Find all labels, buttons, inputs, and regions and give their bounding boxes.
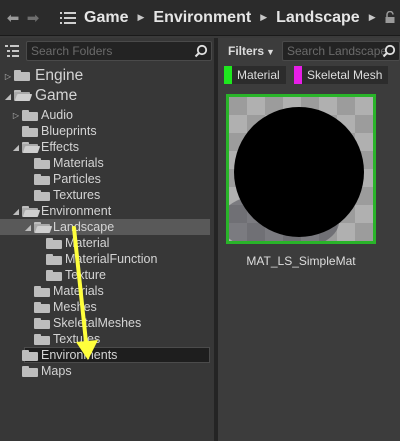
back-arrow-icon: ⬅ <box>6 9 20 27</box>
folder-tree-item[interactable]: Materials <box>24 283 104 299</box>
asset-search-placeholder: Search Landscape <box>287 44 388 58</box>
asset-tile-mat-ls-simplemat[interactable] <box>226 94 376 244</box>
folder-tree-item[interactable]: ◢ Landscape <box>24 219 114 235</box>
folder-tree-header: Search Folders <box>0 38 214 64</box>
folder-tree-item[interactable]: ◢ Effects <box>12 139 79 155</box>
folder-icon <box>34 301 50 313</box>
folder-label: MaterialFunction <box>65 252 158 266</box>
folder-icon <box>34 157 50 169</box>
expanded-arrow-icon[interactable]: ◢ <box>24 223 32 232</box>
breadcrumb-environment[interactable]: Environment <box>153 9 251 27</box>
folder-open-icon <box>22 141 41 153</box>
folder-label: Effects <box>41 140 79 154</box>
folder-tree-item[interactable]: Blueprints <box>12 123 97 139</box>
folder-label: Materials <box>53 284 104 298</box>
tree-view-icon[interactable] <box>4 43 20 59</box>
folder-label: Landscape <box>53 220 115 234</box>
filter-chip-label: Material <box>237 68 280 82</box>
folder-tree-panel: Search Folders ▷ Engine ◢ Game ▷ Audio Bluepri… <box>0 38 214 441</box>
folder-open-icon <box>14 89 33 103</box>
collapsed-arrow-icon[interactable]: ▷ <box>4 72 12 81</box>
folder-label: SkeletalMeshes <box>53 316 142 330</box>
forward-arrow-icon: ➡ <box>26 9 40 27</box>
folder-icon <box>34 173 50 185</box>
breadcrumb-separator-icon[interactable]: ▶ <box>137 12 144 23</box>
folder-label: Environment <box>41 204 112 218</box>
lock-icon[interactable] <box>384 11 396 23</box>
filter-color-swatch <box>224 66 232 84</box>
folder-icon <box>34 285 50 297</box>
folder-tree-item[interactable]: Texture <box>36 267 106 283</box>
folder-label: Blueprints <box>41 124 97 138</box>
folder-icon <box>46 269 62 281</box>
folder-label: Texture <box>65 268 106 282</box>
forward-button[interactable]: ➡ <box>24 8 42 28</box>
folder-search-placeholder: Search Folders <box>31 44 113 58</box>
folder-tree-item[interactable]: Maps <box>12 363 72 379</box>
path-picker-icon[interactable] <box>60 11 76 25</box>
folder-label: Maps <box>41 364 72 378</box>
breadcrumb-game[interactable]: Game <box>84 9 128 27</box>
collapsed-arrow-icon[interactable]: ▷ <box>12 111 20 120</box>
asset-search-input[interactable]: Search Landscape <box>282 41 400 61</box>
folder-icon <box>46 237 62 249</box>
folder-tree-item[interactable]: Particles <box>24 171 101 187</box>
chevron-down-icon: ▼ <box>266 47 275 57</box>
folder-tree-item[interactable]: Environments <box>12 347 117 363</box>
folder-label: Material <box>65 236 110 250</box>
folder-icon <box>14 69 32 83</box>
folder-icon <box>34 333 50 345</box>
navigation-bar: ⬅ ➡ Game ▶ Environment ▶ Landscape ▶ <box>0 0 400 36</box>
asset-view-panel: Filters ▼ Search Landscape Material Skele… <box>218 38 400 441</box>
folder-open-icon <box>22 205 41 217</box>
expanded-arrow-icon[interactable]: ◢ <box>4 92 12 101</box>
folder-label: Materials <box>53 156 104 170</box>
folder-tree-item[interactable]: Textures <box>24 331 100 347</box>
folder-open-icon <box>34 221 53 233</box>
filters-button[interactable]: Filters ▼ <box>228 44 275 58</box>
folder-icon <box>22 109 38 121</box>
breadcrumb-separator-icon[interactable]: ▶ <box>369 12 376 23</box>
folder-tree-item[interactable]: Material <box>36 235 109 251</box>
folder-tree-item[interactable]: SkeletalMeshes <box>24 315 141 331</box>
filter-chip-label: Skeletal Mesh <box>307 68 383 82</box>
folder-tree-item[interactable]: Textures <box>24 187 100 203</box>
folder-label: Textures <box>53 188 101 202</box>
expanded-arrow-icon[interactable]: ◢ <box>12 143 20 152</box>
filters-label: Filters <box>228 44 265 58</box>
folder-label: Textures <box>53 332 101 346</box>
folder-tree-item[interactable]: Materials <box>24 155 104 171</box>
folder-icon <box>34 189 50 201</box>
asset-name[interactable]: MAT_LS_SimpleMat <box>218 254 384 268</box>
folder-icon <box>22 125 38 137</box>
back-button[interactable]: ⬅ <box>4 8 22 28</box>
filter-chip-material[interactable]: Material <box>224 66 286 84</box>
search-icon <box>382 44 396 58</box>
folder-icon <box>22 349 38 361</box>
folder-icon <box>22 365 38 377</box>
folder-icon <box>34 317 50 329</box>
breadcrumb-separator-icon[interactable]: ▶ <box>260 12 267 23</box>
folder-tree-item[interactable]: ◢ Game <box>4 86 77 106</box>
folder-search-input[interactable]: Search Folders <box>26 41 212 61</box>
folder-tree-item[interactable]: ▷ Engine <box>4 66 83 86</box>
folder-label: Meshes <box>53 300 97 314</box>
folder-icon <box>46 253 62 265</box>
folder-label: Audio <box>41 108 73 122</box>
search-icon <box>194 44 208 58</box>
folder-label: Particles <box>53 172 101 186</box>
folder-label: Game <box>35 87 78 104</box>
folder-tree-item[interactable]: ▷ Audio <box>12 107 73 123</box>
folder-label: Engine <box>35 67 84 84</box>
filter-chip-skeletal-mesh[interactable]: Skeletal Mesh <box>294 66 389 84</box>
folder-label: Environments <box>41 348 118 362</box>
filter-color-swatch <box>294 66 302 84</box>
material-sphere-preview <box>234 107 364 237</box>
folder-tree-item[interactable]: MaterialFunction <box>36 251 157 267</box>
folder-tree-item[interactable]: Meshes <box>24 299 97 315</box>
folder-tree-item[interactable]: ◢ Environment <box>12 203 111 219</box>
breadcrumb-landscape[interactable]: Landscape <box>276 9 360 27</box>
expanded-arrow-icon[interactable]: ◢ <box>12 207 20 216</box>
